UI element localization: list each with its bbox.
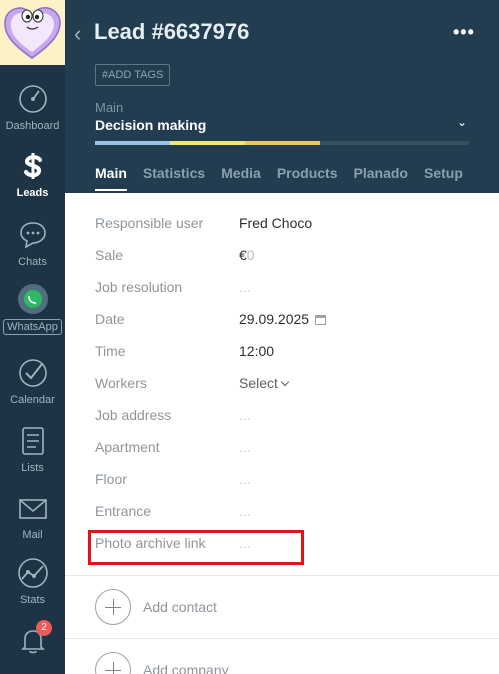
stage-selector[interactable]: Decision making — [95, 117, 206, 133]
line-chart-icon — [17, 558, 48, 588]
chat-bubble-icon — [19, 222, 46, 249]
plus-circle-icon — [95, 652, 131, 674]
nav-notifications[interactable] — [0, 624, 65, 658]
field-label: Time — [95, 343, 126, 359]
workers-select[interactable]: Select — [239, 373, 290, 393]
job-address-input[interactable]: ... — [239, 405, 251, 425]
dollar-icon — [23, 153, 42, 179]
app-logo[interactable] — [0, 0, 65, 65]
progress-segment — [170, 141, 245, 145]
tab-bar: Main Statistics Media Products Planado S… — [95, 165, 479, 191]
field-label: Entrance — [95, 503, 152, 519]
workers-select-value: Select — [239, 375, 278, 391]
add-tags-button[interactable]: #ADD TAGS — [95, 64, 171, 86]
lead-header: ‹ Lead #6637976 ••• #ADD TAGS Main Decis… — [65, 0, 499, 193]
nav-whatsapp[interactable]: WhatsApp — [0, 282, 65, 335]
nav-mail[interactable]: Mail — [0, 491, 65, 541]
add-contact-button[interactable]: Add contact — [95, 589, 217, 625]
tab-main[interactable]: Main — [95, 165, 127, 191]
nav-chats[interactable]: Chats — [0, 218, 65, 268]
apartment-input[interactable]: ... — [239, 437, 251, 457]
sale-input[interactable]: €0 — [239, 245, 255, 265]
add-company-label: Add company — [143, 662, 229, 674]
field-label: Responsible user — [95, 215, 204, 231]
tab-planado[interactable]: Planado — [354, 165, 408, 191]
nav-mail-label: Mail — [22, 529, 43, 541]
progress-segment — [95, 141, 170, 145]
plus-circle-icon — [95, 589, 131, 625]
add-company-button[interactable]: Add company — [95, 652, 229, 674]
heart-mascot-icon — [4, 7, 61, 59]
divider — [65, 575, 499, 576]
nav-calendar[interactable]: Calendar — [0, 356, 65, 406]
field-label: Floor — [95, 471, 127, 487]
field-label: Job address — [95, 407, 172, 423]
tab-statistics[interactable]: Statistics — [143, 165, 205, 191]
more-options-icon[interactable]: ••• — [453, 22, 475, 43]
entrance-input[interactable]: ... — [239, 501, 251, 521]
floor-input[interactable]: ... — [239, 469, 251, 489]
tab-products[interactable]: Products — [277, 165, 338, 191]
job-resolution-input[interactable]: ... — [239, 277, 251, 297]
tab-setup[interactable]: Setup — [424, 165, 463, 191]
stage-progress-bar — [95, 141, 469, 145]
nav-dashboard-label: Dashboard — [5, 120, 60, 132]
field-label: Workers — [95, 375, 147, 391]
notification-count-badge: 2 — [36, 620, 52, 636]
photo-archive-link-input[interactable]: ... — [239, 533, 251, 553]
field-label: Sale — [95, 247, 124, 263]
calendar-icon[interactable] — [315, 315, 327, 325]
currency-symbol: € — [239, 247, 247, 263]
checkmark-circle-icon — [18, 359, 47, 387]
add-contact-label: Add contact — [143, 599, 217, 615]
field-label: Job resolution — [95, 279, 183, 295]
divider — [65, 638, 499, 639]
date-input[interactable]: 29.09.2025 — [239, 309, 327, 329]
date-value: 29.09.2025 — [239, 311, 310, 327]
page-title: Lead #6637976 — [94, 19, 250, 44]
responsible-user-value[interactable]: Fred Choco — [239, 213, 312, 233]
field-label: Photo archive link — [95, 535, 206, 551]
field-label: Apartment — [95, 439, 160, 455]
nav-calendar-label: Calendar — [10, 394, 55, 406]
nav-stats[interactable]: Stats — [0, 556, 65, 606]
nav-lists-label: Lists — [21, 462, 44, 474]
tab-media[interactable]: Media — [221, 165, 261, 191]
nav-stats-label: Stats — [19, 594, 46, 606]
back-chevron-icon[interactable]: ‹ — [74, 23, 81, 45]
sale-amount: 0 — [246, 247, 255, 263]
nav-lists[interactable]: Lists — [0, 424, 65, 474]
chevron-down-icon — [280, 377, 290, 387]
time-input[interactable]: 12:00 — [239, 341, 274, 361]
nav-whatsapp-label: WhatsApp — [3, 319, 62, 335]
progress-segment — [245, 141, 320, 145]
chevron-down-icon[interactable]: ⌄ — [457, 115, 467, 129]
whatsapp-icon — [17, 284, 48, 314]
envelope-icon — [18, 499, 47, 519]
nav-leads[interactable]: Leads — [0, 149, 65, 199]
pipeline-label: Main — [95, 100, 124, 115]
nav-dashboard[interactable]: Dashboard — [0, 82, 65, 132]
speedometer-icon — [18, 85, 47, 113]
list-icon — [21, 427, 44, 455]
field-label: Date — [95, 311, 125, 327]
left-navigation: Dashboard Leads Chats WhatsApp Calendar — [0, 0, 65, 674]
nav-leads-label: Leads — [16, 187, 49, 199]
nav-chats-label: Chats — [18, 256, 47, 268]
